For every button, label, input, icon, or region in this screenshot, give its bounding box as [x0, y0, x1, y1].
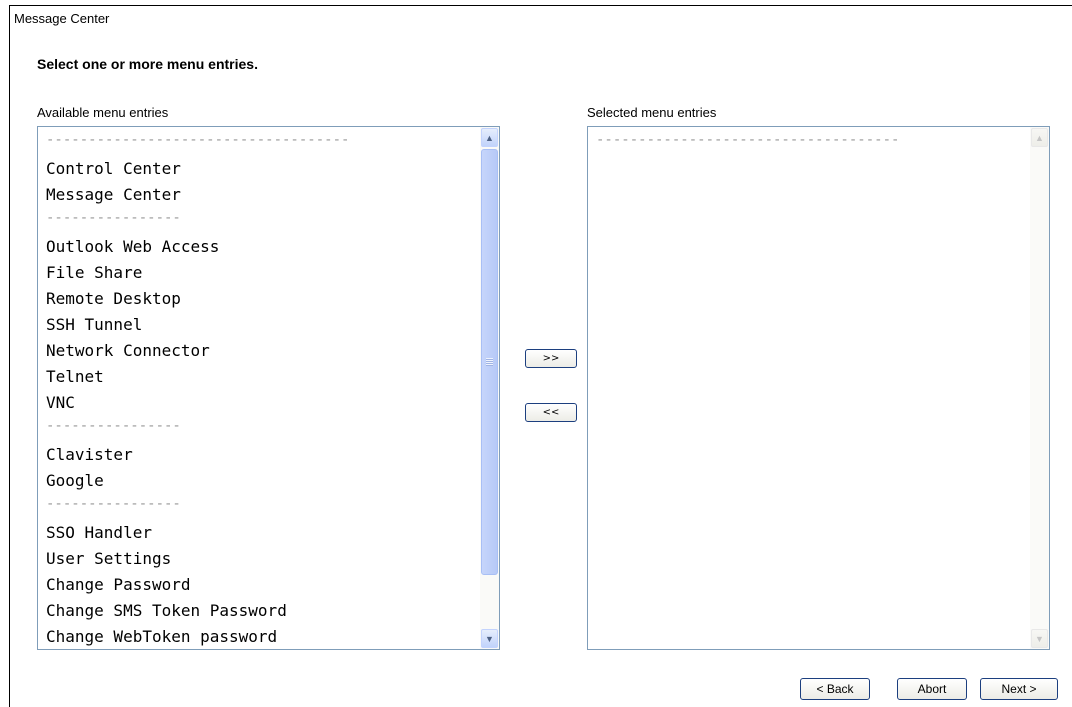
available-entries-items: ------------------------------------ Cont…: [38, 130, 479, 649]
list-option[interactable]: User Settings: [38, 546, 479, 572]
list-option[interactable]: Outlook Web Access: [38, 234, 479, 260]
list-option[interactable]: Clavister: [38, 442, 479, 468]
window-title: Message Center: [14, 11, 110, 26]
list-option[interactable]: Control Center: [38, 156, 479, 182]
available-entries-listbox[interactable]: ------------------------------------ Cont…: [37, 126, 500, 650]
next-button[interactable]: Next >: [980, 678, 1058, 700]
selected-entries-label: Selected menu entries: [587, 105, 717, 120]
abort-button[interactable]: Abort: [897, 678, 967, 700]
back-button[interactable]: < Back: [800, 678, 870, 700]
page-heading: Select one or more menu entries.: [37, 56, 258, 72]
scroll-thumb[interactable]: [481, 149, 498, 575]
scroll-down-icon: ▼: [1031, 629, 1048, 648]
selected-entries-items: ------------------------------------: [588, 130, 1029, 156]
scroll-up-icon[interactable]: ▲: [481, 128, 498, 147]
scroll-down-icon[interactable]: ▼: [481, 629, 498, 648]
list-option[interactable]: Telnet: [38, 364, 479, 390]
list-option[interactable]: Change WebToken password: [38, 624, 479, 649]
list-separator: ----------------: [46, 496, 181, 512]
list-separator: ----------------: [46, 418, 181, 434]
remove-selected-button[interactable]: <<: [525, 403, 577, 422]
available-entries-label: Available menu entries: [37, 105, 169, 120]
list-option[interactable]: Message Center: [38, 182, 479, 208]
list-option[interactable]: File Share: [38, 260, 479, 286]
list-option[interactable]: Remote Desktop: [38, 286, 479, 312]
list-option[interactable]: Change Password: [38, 572, 479, 598]
list-option[interactable]: SSH Tunnel: [38, 312, 479, 338]
list-option[interactable]: Google: [38, 468, 479, 494]
list-option[interactable]: SSO Handler: [38, 520, 479, 546]
list-option[interactable]: Change SMS Token Password: [38, 598, 479, 624]
list-option[interactable]: Network Connector: [38, 338, 479, 364]
scroll-up-icon: ▲: [1031, 128, 1048, 147]
list-separator: ------------------------------------: [46, 132, 350, 148]
available-scrollbar[interactable]: ▲ ▼: [480, 127, 499, 649]
list-separator: ------------------------------------: [596, 132, 900, 148]
selected-scrollbar: ▲ ▼: [1030, 127, 1049, 649]
scroll-grip-icon: [486, 358, 493, 366]
list-separator: ----------------: [46, 210, 181, 226]
add-selected-button[interactable]: >>: [525, 349, 577, 368]
selected-entries-listbox[interactable]: ------------------------------------ ▲ ▼: [587, 126, 1050, 650]
list-option[interactable]: VNC: [38, 390, 479, 416]
